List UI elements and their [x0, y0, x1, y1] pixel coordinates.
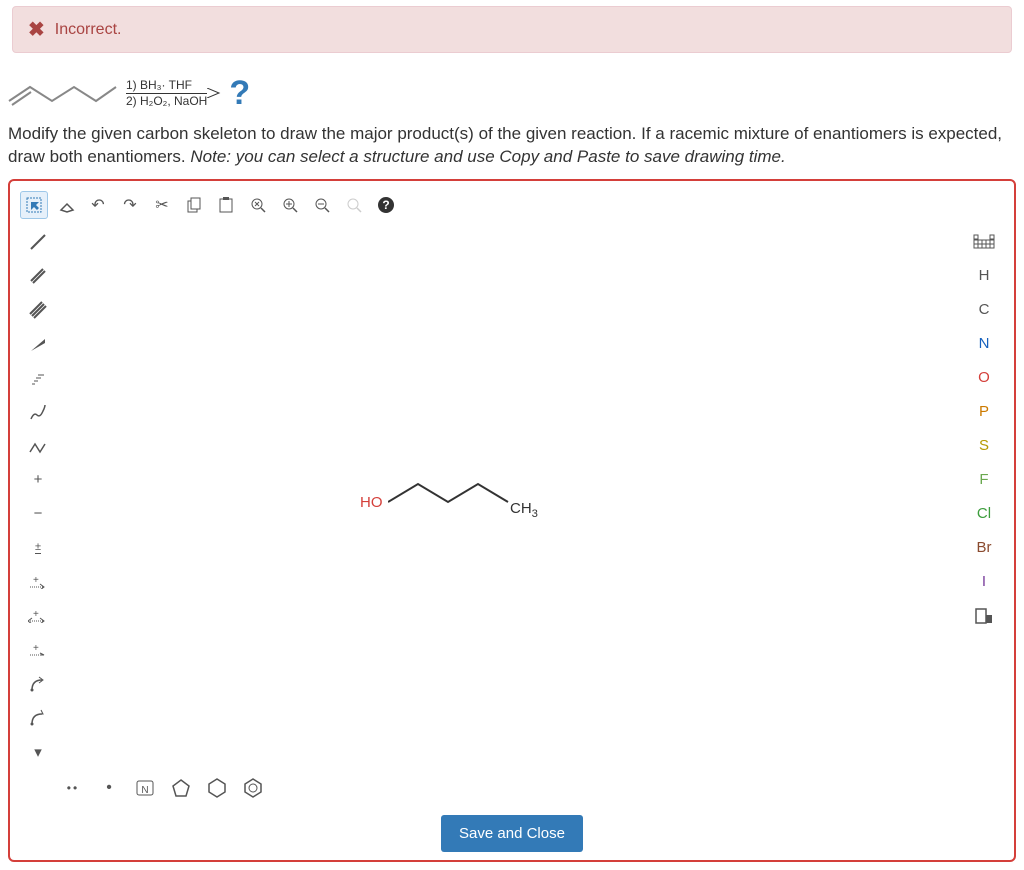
- svg-text:+: +: [33, 575, 39, 586]
- select-tool[interactable]: [20, 191, 48, 219]
- cyclohexane-tool[interactable]: [202, 773, 232, 803]
- reaction-scheme: 1) BH₃· THF 2) H₂O₂, NaOH ?: [0, 69, 1024, 123]
- paste-button[interactable]: [212, 191, 240, 219]
- save-and-close-button[interactable]: Save and Close: [441, 815, 583, 852]
- undo-button[interactable]: ↶: [84, 191, 112, 219]
- prompt-note-text: you can select a structure and use Copy …: [236, 147, 786, 166]
- drawing-canvas[interactable]: HO CH3: [58, 221, 962, 769]
- toolbar-left: + − ± + + + ▾: [18, 221, 58, 769]
- element-cl[interactable]: Cl: [964, 497, 1004, 531]
- toolbar-right: H C N O P S F Cl Br I: [962, 221, 1006, 769]
- element-h[interactable]: H: [964, 259, 1004, 293]
- svg-text:+: +: [33, 643, 39, 654]
- zoom-reset-button[interactable]: [244, 191, 272, 219]
- chain-tool[interactable]: [21, 429, 55, 463]
- element-p[interactable]: P: [964, 395, 1004, 429]
- element-i[interactable]: I: [964, 565, 1004, 599]
- curved-arrow-tool-2[interactable]: [21, 701, 55, 735]
- element-br[interactable]: Br: [964, 531, 1004, 565]
- toolbar-top: ↶ ↷ ✂ ?: [18, 189, 1006, 221]
- drawn-molecule[interactable]: HO CH3: [388, 476, 538, 531]
- element-f[interactable]: F: [964, 463, 1004, 497]
- radical-tool[interactable]: •: [94, 773, 124, 803]
- element-c[interactable]: C: [964, 293, 1004, 327]
- redo-button[interactable]: ↷: [116, 191, 144, 219]
- wedge-bond-tool[interactable]: [21, 327, 55, 361]
- element-n[interactable]: N: [964, 327, 1004, 361]
- increase-charge-tool[interactable]: +: [21, 463, 55, 497]
- plus-minus-tool[interactable]: ±: [21, 531, 55, 565]
- zoom-fit-button[interactable]: [340, 191, 368, 219]
- cyclopentane-tool[interactable]: [166, 773, 196, 803]
- arrowhead-icon: [207, 88, 221, 98]
- erase-tool[interactable]: [52, 191, 80, 219]
- benzene-tool[interactable]: [238, 773, 268, 803]
- charge-arrow-tool-1[interactable]: +: [21, 565, 55, 599]
- x-icon: ✖: [28, 17, 45, 42]
- question-prompt: Modify the given carbon skeleton to draw…: [0, 123, 1024, 179]
- help-button[interactable]: ?: [372, 191, 400, 219]
- nitrogen-icon-tool[interactable]: N: [130, 773, 160, 803]
- molecule-ho-label: HO: [360, 494, 383, 511]
- alert-incorrect: ✖ Incorrect.: [12, 6, 1012, 53]
- save-row: Save and Close: [18, 807, 1006, 852]
- svg-text:?: ?: [382, 198, 389, 212]
- cut-button[interactable]: ✂: [148, 191, 176, 219]
- curved-arrow-tool-1[interactable]: [21, 667, 55, 701]
- single-bond-tool[interactable]: [21, 225, 55, 259]
- triple-bond-tool[interactable]: [21, 293, 55, 327]
- zoom-out-button[interactable]: [308, 191, 336, 219]
- zoom-in-button[interactable]: [276, 191, 304, 219]
- reaction-conditions: 1) BH₃· THF 2) H₂O₂, NaOH: [126, 78, 207, 108]
- reactant-skeleton: [8, 73, 118, 113]
- reaction-line2: 2) H₂O₂, NaOH: [126, 93, 207, 108]
- element-o[interactable]: O: [964, 361, 1004, 395]
- element-s[interactable]: S: [964, 429, 1004, 463]
- charge-arrow-tool-2[interactable]: +: [21, 599, 55, 633]
- reaction-line1: 1) BH₃· THF: [126, 78, 207, 92]
- copy-button[interactable]: [180, 191, 208, 219]
- charge-arrow-tool-3[interactable]: +: [21, 633, 55, 667]
- lone-pair-tool[interactable]: ••: [58, 773, 88, 803]
- template-button[interactable]: [964, 599, 1004, 633]
- periodic-table-button[interactable]: [964, 225, 1004, 259]
- alert-text: Incorrect.: [55, 21, 122, 39]
- prompt-note-label: Note:: [190, 147, 235, 166]
- wavy-bond-tool[interactable]: [21, 395, 55, 429]
- product-question-mark: ?: [229, 74, 250, 113]
- more-tools-dropdown[interactable]: ▾: [21, 735, 55, 769]
- molecule-ch3-label: CH3: [510, 500, 538, 520]
- svg-text:+: +: [33, 609, 39, 620]
- double-bond-tool[interactable]: [21, 259, 55, 293]
- structure-editor: ↶ ↷ ✂ ?: [8, 179, 1016, 862]
- toolbar-bottom: •• • N: [18, 769, 1006, 807]
- hash-bond-tool[interactable]: [21, 361, 55, 395]
- decrease-charge-tool[interactable]: −: [21, 497, 55, 531]
- svg-text:N: N: [141, 785, 148, 796]
